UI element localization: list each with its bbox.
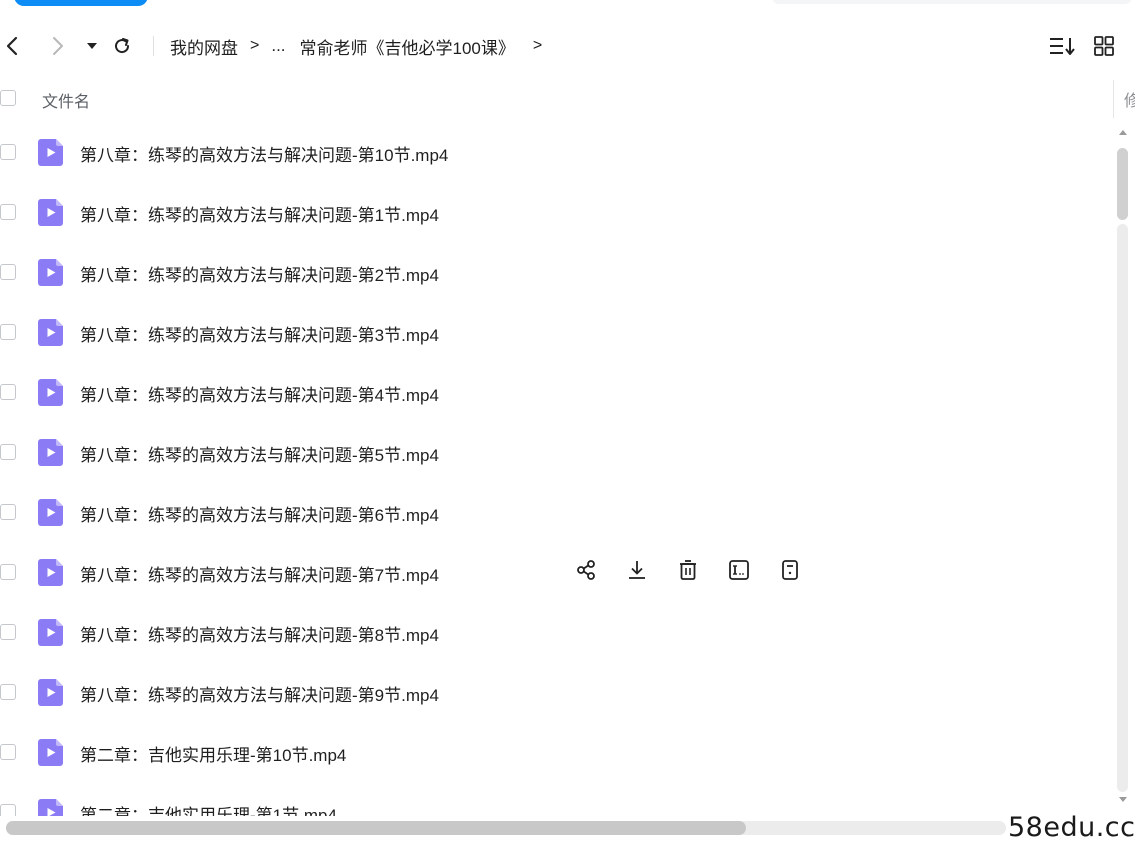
video-file-icon [38, 619, 64, 646]
video-file-icon [38, 199, 64, 226]
column-header-filename[interactable]: 文件名 [42, 88, 90, 112]
video-file-icon [38, 259, 64, 286]
toolbar: 我的网盘 > ... 常俞老师《吉他必学100课》 > [0, 28, 1135, 64]
file-name[interactable]: 第八章：练琴的高效方法与解决问题-第9节.mp4 [80, 681, 439, 706]
breadcrumb-ellipsis[interactable]: ... [271, 36, 285, 56]
row-checkbox[interactable] [0, 504, 16, 520]
refresh-icon [115, 38, 130, 54]
forward-button[interactable] [48, 28, 68, 64]
row-checkbox[interactable] [0, 384, 16, 400]
scroll-up-arrow-icon [1119, 130, 1127, 135]
breadcrumb-expand-chevron[interactable]: > [533, 37, 542, 55]
delete-button[interactable] [677, 558, 728, 586]
select-all-checkbox[interactable] [0, 90, 16, 106]
share-icon [575, 559, 597, 586]
file-name[interactable]: 第八章：练琴的高效方法与解决问题-第2节.mp4 [80, 261, 439, 286]
file-row[interactable]: 第八章：练琴的高效方法与解决问题-第3节.mp4 [0, 302, 1112, 362]
file-row[interactable]: 第八章：练琴的高效方法与解决问题-第10节.mp4 [0, 122, 1112, 182]
video-file-icon [38, 139, 64, 166]
watermark: 58edu.cc [1008, 812, 1135, 843]
horizontal-scrollbar-thumb[interactable] [6, 821, 746, 835]
file-name[interactable]: 第八章：练琴的高效方法与解决问题-第3节.mp4 [80, 321, 439, 346]
toolbar-divider [153, 36, 154, 56]
file-name[interactable]: 第二章：吉他实用乐理-第1节.mp4 [80, 801, 337, 816]
row-checkbox[interactable] [0, 744, 16, 760]
file-row[interactable]: 第八章：练琴的高效方法与解决问题-第6节.mp4 [0, 482, 1112, 542]
video-file-icon [38, 679, 64, 706]
chevron-right-icon [53, 37, 63, 55]
caret-down-icon [87, 43, 97, 49]
video-file-icon [38, 499, 64, 526]
vertical-scrollbar[interactable] [1114, 126, 1133, 810]
video-file-icon [38, 319, 64, 346]
chevron-left-icon [6, 36, 18, 56]
list-header: 文件名 [0, 80, 1112, 116]
file-name[interactable]: 第二章：吉他实用乐理-第10节.mp4 [80, 741, 346, 766]
breadcrumb: 我的网盘 > ... 常俞老师《吉他必学100课》 > [170, 28, 542, 64]
breadcrumb-root[interactable]: 我的网盘 [170, 34, 238, 59]
video-file-icon [38, 559, 64, 586]
file-row[interactable]: 第八章：练琴的高效方法与解决问题-第8节.mp4 [0, 602, 1112, 662]
file-row[interactable]: 第八章：练琴的高效方法与解决问题-第2节.mp4 [0, 242, 1112, 302]
file-list: 第八章：练琴的高效方法与解决问题-第10节.mp4 第八章：练琴的高效方法与解决问… [0, 122, 1112, 816]
upload-button[interactable] [14, 0, 148, 6]
file-row[interactable]: 第八章：练琴的高效方法与解决问题-第7节.mp4 [0, 542, 1112, 602]
file-name[interactable]: 第八章：练琴的高效方法与解决问题-第4节.mp4 [80, 381, 439, 406]
row-checkbox[interactable] [0, 684, 16, 700]
search-input[interactable] [772, 0, 1132, 4]
more-icon [779, 559, 801, 586]
history-dropdown[interactable] [84, 28, 100, 64]
grid-view-button[interactable] [1093, 28, 1115, 64]
horizontal-scrollbar[interactable] [6, 821, 1006, 835]
delete-icon [677, 559, 699, 586]
download-icon [626, 559, 648, 586]
scroll-down-arrow-icon [1119, 797, 1127, 802]
rename-icon [728, 559, 750, 586]
video-file-icon [38, 379, 64, 406]
file-name[interactable]: 第八章：练琴的高效方法与解决问题-第1节.mp4 [80, 201, 439, 226]
file-name[interactable]: 第八章：练琴的高效方法与解决问题-第5节.mp4 [80, 441, 439, 466]
video-file-icon [38, 439, 64, 466]
row-checkbox[interactable] [0, 324, 16, 340]
vertical-scrollbar-thumb[interactable] [1117, 148, 1128, 220]
column-header-modified[interactable]: 修 [1124, 87, 1135, 111]
file-name[interactable]: 第八章：练琴的高效方法与解决问题-第10节.mp4 [80, 141, 448, 166]
share-button[interactable] [575, 558, 626, 586]
video-file-icon [38, 739, 64, 766]
row-checkbox[interactable] [0, 204, 16, 220]
file-row[interactable]: 第二章：吉他实用乐理-第1节.mp4 [0, 782, 1112, 816]
file-name[interactable]: 第八章：练琴的高效方法与解决问题-第8节.mp4 [80, 621, 439, 646]
breadcrumb-separator: > [250, 37, 260, 54]
file-name[interactable]: 第八章：练琴的高效方法与解决问题-第7节.mp4 [80, 561, 439, 586]
video-file-icon [38, 799, 64, 816]
row-checkbox[interactable] [0, 444, 16, 460]
row-checkbox[interactable] [0, 624, 16, 640]
column-divider[interactable] [1113, 80, 1114, 118]
file-row[interactable]: 第八章：练琴的高效方法与解决问题-第4节.mp4 [0, 362, 1112, 422]
row-checkbox[interactable] [0, 804, 16, 816]
refresh-button[interactable] [110, 28, 134, 64]
breadcrumb-current[interactable]: 常俞老师《吉他必学100课》 [300, 34, 515, 59]
download-button[interactable] [626, 558, 677, 586]
sort-icon [1050, 38, 1075, 55]
file-name[interactable]: 第八章：练琴的高效方法与解决问题-第6节.mp4 [80, 501, 439, 526]
row-checkbox[interactable] [0, 264, 16, 280]
back-button[interactable] [0, 28, 24, 64]
row-checkbox[interactable] [0, 144, 16, 160]
file-row[interactable]: 第八章：练琴的高效方法与解决问题-第5节.mp4 [0, 422, 1112, 482]
file-row[interactable]: 第八章：练琴的高效方法与解决问题-第9节.mp4 [0, 662, 1112, 722]
rename-button[interactable] [728, 558, 779, 586]
file-row[interactable]: 第八章：练琴的高效方法与解决问题-第1节.mp4 [0, 182, 1112, 242]
sort-button[interactable] [1048, 28, 1076, 64]
row-checkbox[interactable] [0, 564, 16, 580]
row-actions [575, 558, 830, 586]
grid-view-icon [1094, 36, 1114, 56]
vertical-scrollbar-track[interactable] [1117, 224, 1128, 792]
file-row[interactable]: 第二章：吉他实用乐理-第10节.mp4 [0, 722, 1112, 782]
more-button[interactable] [779, 558, 830, 586]
